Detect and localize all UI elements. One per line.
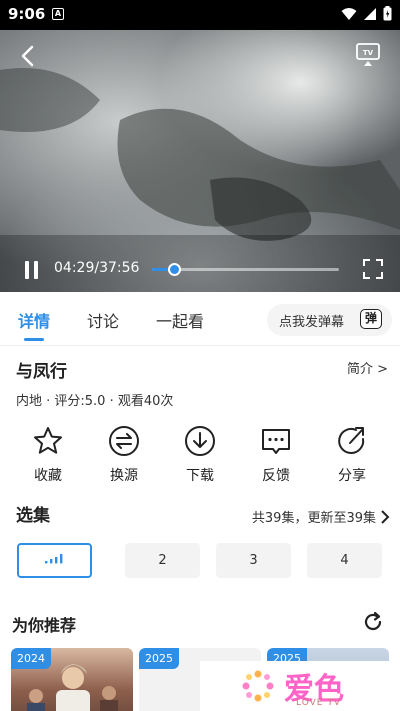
episodes-summary[interactable]: 共39集，更新至39集 [252, 507, 390, 526]
status-bar: 9:06 A [0, 0, 400, 30]
danmaku-icon[interactable]: 弹 [360, 309, 382, 329]
episode-1-playing[interactable] [17, 543, 92, 578]
tab-watch-together[interactable]: 一起看 [156, 308, 204, 332]
episodes-title: 选集 [16, 506, 50, 526]
video-player[interactable]: TV 04:29/37:56 [0, 30, 400, 292]
watermark: 爱色 LOVE TV [200, 661, 400, 711]
chevron-right-icon [381, 509, 390, 524]
download-icon [185, 426, 215, 456]
fullscreen-icon[interactable] [362, 258, 384, 280]
episodes-summary-text: 共39集，更新至39集 [251, 511, 376, 526]
tab-details[interactable]: 详情 [18, 308, 50, 332]
download-label: 下载 [186, 468, 214, 484]
progress-bar[interactable] [152, 263, 339, 276]
danmaku-label: 点我发弹幕 [279, 315, 345, 330]
switch-source-button[interactable]: 换源 [94, 425, 154, 485]
feedback-button[interactable]: 反馈 [246, 425, 306, 485]
year-badge: 2024 [11, 648, 51, 669]
recommend-card[interactable]: 2024 [11, 648, 133, 711]
tab-underline [24, 338, 44, 341]
status-icons [341, 6, 392, 21]
show-title: 与凤行 [16, 362, 67, 382]
year-badge: 2025 [139, 648, 179, 669]
download-button[interactable]: 下载 [170, 425, 230, 485]
star-icon [34, 427, 62, 454]
video-frame [0, 30, 400, 292]
notification-icon: A [52, 8, 64, 20]
share-button[interactable]: 分享 [322, 425, 382, 485]
playback-time: 04:29/37:56 [54, 260, 140, 276]
send-danmaku-button[interactable]: 点我发弹幕 弹 [267, 304, 392, 336]
signal-icon [364, 7, 376, 20]
tab-discussion[interactable]: 讨论 [87, 308, 119, 332]
switch-source-icon [109, 426, 139, 456]
feedback-label: 反馈 [262, 468, 290, 484]
favorite-label: 收藏 [34, 468, 62, 484]
feedback-icon [262, 429, 290, 454]
back-button[interactable] [14, 42, 42, 70]
pause-button[interactable] [22, 260, 42, 280]
favorite-button[interactable]: 收藏 [18, 425, 78, 485]
svg-text:TV: TV [363, 49, 374, 57]
episode-button[interactable]: 4 [307, 543, 382, 578]
switch-source-label: 换源 [110, 468, 138, 484]
detail-tabs: 详情 讨论 一起看 点我发弹幕 弹 [0, 292, 400, 346]
recommend-title: 为你推荐 [12, 616, 77, 635]
playing-bars-icon [44, 554, 62, 564]
action-row: 收藏 换源 下载 反馈 分享 [0, 425, 400, 491]
watermark-sub: LOVE TV [296, 698, 341, 708]
intro-link[interactable]: 简介 > [347, 358, 388, 377]
status-time: 9:06 [8, 5, 46, 23]
wifi-icon [341, 7, 357, 20]
cast-tv-icon[interactable]: TV [354, 40, 382, 68]
episode-button[interactable]: 3 [216, 543, 291, 578]
watermark-logo-icon [242, 670, 274, 702]
refresh-icon[interactable] [362, 611, 384, 633]
episode-button[interactable]: 2 [125, 543, 200, 578]
battery-icon [383, 6, 392, 21]
share-icon [338, 427, 365, 454]
share-label: 分享 [338, 468, 366, 484]
progress-knob[interactable] [168, 263, 182, 276]
show-meta: 内地 · 评分:5.0 · 观看40次 [16, 394, 174, 409]
